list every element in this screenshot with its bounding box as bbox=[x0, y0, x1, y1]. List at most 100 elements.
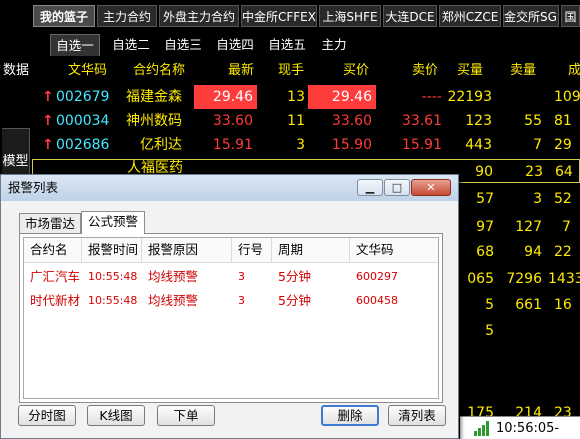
signal-strength-icon bbox=[474, 421, 490, 436]
partial-ask-volume: 127 bbox=[515, 219, 542, 235]
partial-turnover: 1433 bbox=[548, 271, 580, 287]
col-header-period[interactable]: 周期 bbox=[272, 238, 350, 262]
delete-button[interactable]: 删除 bbox=[321, 405, 379, 426]
alert-time: 10:55:48 bbox=[88, 270, 138, 283]
quote-last: 15.91 bbox=[212, 137, 253, 153]
col-header-ask-volume[interactable]: 卖量 bbox=[510, 61, 536, 81]
quote-row[interactable]: ↑ 002679 福建金森 29.46 13 29.46 ---- 22193 … bbox=[32, 85, 580, 109]
quote-turnover: 109 bbox=[554, 89, 580, 105]
quote-turnover: 29 bbox=[554, 137, 572, 153]
col-header-alert-time[interactable]: 报警时间 bbox=[82, 238, 142, 262]
partial-bid-volume: 97 bbox=[476, 219, 494, 235]
col-header-volume[interactable]: 现手 bbox=[278, 61, 304, 81]
col-header-turnover[interactable]: 成 bbox=[568, 61, 580, 81]
tab-cffex[interactable]: 中金所CFFEX bbox=[241, 5, 317, 27]
partial-bid-volume: 57 bbox=[476, 191, 494, 207]
clear-list-button[interactable]: 清列表 bbox=[388, 405, 446, 426]
tab-watchlist-5[interactable]: 自选五 bbox=[262, 34, 312, 56]
alert-list[interactable]: 合约名 报警时间 报警原因 行号 周期 文华码 广汇汽车 10:55:48 均线… bbox=[23, 237, 439, 399]
quote-bid: 29.46 bbox=[308, 85, 376, 109]
maximize-button[interactable]: □ bbox=[384, 179, 410, 196]
quote-bid: 15.90 bbox=[331, 137, 372, 153]
tab-overseas-main[interactable]: 外盘主力合约 bbox=[159, 5, 239, 27]
quote-ask-volume bbox=[502, 85, 542, 109]
tab-more[interactable]: 国 bbox=[561, 5, 580, 27]
dialog-title: 报警列表 bbox=[8, 180, 59, 195]
alert-list-dialog: 报警列表 ▁ □ ✕ 市场雷达 公式预警 合约名 报警时间 报警原因 行号 周期… bbox=[0, 174, 459, 439]
alert-line-no: 3 bbox=[238, 294, 245, 307]
maximize-icon: □ bbox=[391, 181, 403, 194]
quote-last: 33.60 bbox=[212, 113, 253, 129]
quote-row[interactable]: ↑ 000034 神州数码 33.60 11 33.60 33.61 123 5… bbox=[32, 109, 580, 133]
partial-ask-volume: 7296 bbox=[506, 271, 542, 287]
col-header-ask[interactable]: 卖价 bbox=[412, 61, 438, 81]
place-order-button[interactable]: 下单 bbox=[157, 405, 215, 426]
tab-sge[interactable]: 金交所SGE bbox=[503, 5, 559, 27]
quote-ask-volume: 23 bbox=[525, 164, 543, 180]
quote-name: 亿利达 bbox=[140, 137, 182, 153]
col-header-last[interactable]: 最新 bbox=[228, 61, 254, 81]
status-bar: 10:56:05-Local bbox=[460, 416, 580, 439]
tab-my-basket[interactable]: 我的篮子 bbox=[33, 5, 95, 27]
up-arrow-icon: ↑ bbox=[42, 89, 54, 105]
quote-code: 002686 bbox=[56, 137, 110, 153]
time-chart-button[interactable]: 分时图 bbox=[18, 405, 76, 426]
quote-ask: 33.61 bbox=[401, 113, 442, 129]
tab-shfe[interactable]: 上海SHFE bbox=[319, 5, 381, 27]
col-header-contract[interactable]: 合约名 bbox=[24, 238, 82, 262]
quote-ask-volume: 55 bbox=[524, 113, 542, 129]
col-header-line-no[interactable]: 行号 bbox=[232, 238, 272, 262]
quote-ask: 15.91 bbox=[401, 137, 442, 153]
partial-ask-volume: 3 bbox=[533, 191, 542, 207]
alert-reason: 均线预警 bbox=[148, 293, 199, 308]
status-time: 10:56:05-Local bbox=[496, 421, 560, 436]
tab-watchlist-3[interactable]: 自选三 bbox=[158, 34, 208, 56]
tab-watchlist-1[interactable]: 自选一 bbox=[50, 34, 100, 56]
tab-watchlist-2[interactable]: 自选二 bbox=[106, 34, 156, 56]
alert-line-no: 3 bbox=[238, 270, 245, 283]
quote-name: 神州数码 bbox=[126, 113, 182, 129]
quote-volume: 3 bbox=[296, 137, 305, 153]
up-arrow-icon: ↑ bbox=[42, 113, 54, 129]
quote-code: 002679 bbox=[56, 89, 110, 105]
alert-contract: 广汇汽车 bbox=[30, 269, 81, 284]
minimize-button[interactable]: ▁ bbox=[357, 179, 383, 196]
quote-bid: 33.60 bbox=[331, 113, 372, 129]
alert-row[interactable]: 广汇汽车 10:55:48 均线预警 3 5分钟 600297 bbox=[24, 265, 438, 289]
partial-bid-volume: 5 bbox=[485, 323, 494, 339]
alert-code: 600297 bbox=[356, 270, 398, 283]
col-header-name[interactable]: 合约名称 bbox=[133, 61, 185, 81]
alert-row[interactable]: 时代新材 10:55:48 均线预警 3 5分钟 600458 bbox=[24, 289, 438, 313]
col-header-bid[interactable]: 买价 bbox=[343, 61, 369, 81]
alert-time: 10:55:48 bbox=[88, 294, 138, 307]
left-tab-data[interactable]: 数据 bbox=[2, 58, 30, 128]
partial-bid-volume: 065 bbox=[467, 271, 494, 287]
quote-code: 000034 bbox=[56, 113, 110, 129]
partial-turnover: 7 bbox=[562, 219, 571, 235]
kline-chart-button[interactable]: K线图 bbox=[87, 405, 145, 426]
partial-ask-volume: 94 bbox=[524, 244, 542, 260]
partial-turnover: 22 bbox=[554, 244, 572, 260]
tab-panel: 合约名 报警时间 报警原因 行号 周期 文华码 广汇汽车 10:55:48 均线… bbox=[19, 233, 443, 403]
partial-turnover: 52 bbox=[554, 191, 572, 207]
tab-formula-alert[interactable]: 公式预警 bbox=[81, 211, 145, 234]
quote-name: 福建金森 bbox=[126, 89, 182, 105]
close-icon: ✕ bbox=[426, 181, 436, 194]
tab-market-radar[interactable]: 市场雷达 bbox=[19, 213, 81, 233]
alert-period: 5分钟 bbox=[278, 269, 311, 284]
close-button[interactable]: ✕ bbox=[411, 179, 451, 196]
alert-period: 5分钟 bbox=[278, 293, 311, 308]
tab-dce[interactable]: 大连DCE bbox=[383, 5, 437, 27]
tab-main-force[interactable]: 主力 bbox=[314, 34, 354, 56]
market-tabbar: 我的篮子 主力合约 外盘主力合约 中金所CFFEX 上海SHFE 大连DCE 郑… bbox=[0, 0, 580, 32]
quote-ask: ---- bbox=[421, 89, 442, 105]
col-header-alert-reason[interactable]: 报警原因 bbox=[142, 238, 232, 262]
tab-watchlist-4[interactable]: 自选四 bbox=[210, 34, 260, 56]
quote-row[interactable]: ↑ 002686 亿利达 15.91 3 15.90 15.91 443 7 2… bbox=[32, 133, 580, 157]
tab-main-contracts[interactable]: 主力合约 bbox=[97, 5, 157, 27]
col-header-bid-volume[interactable]: 买量 bbox=[457, 61, 483, 81]
col-header-code[interactable]: 文华码 bbox=[350, 238, 438, 262]
watchlist-tabbar: 自选一 自选二 自选三 自选四 自选五 主力 bbox=[32, 32, 580, 58]
tab-czce[interactable]: 郑州CZCE bbox=[439, 5, 501, 27]
col-header-code[interactable]: 文华码 bbox=[68, 61, 107, 81]
